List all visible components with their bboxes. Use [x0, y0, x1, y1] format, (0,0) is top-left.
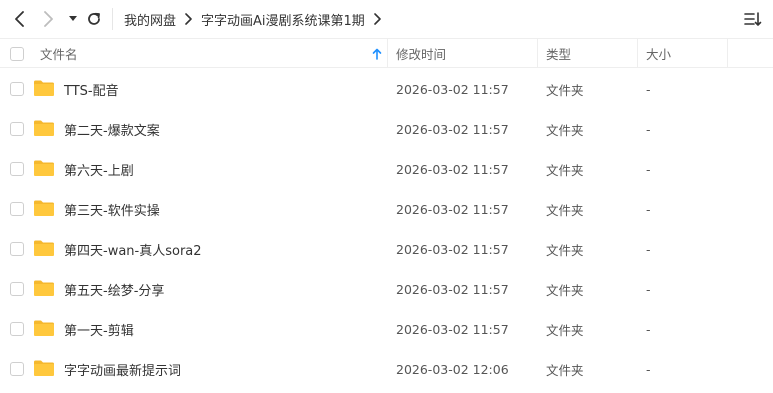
folder-icon — [34, 160, 54, 176]
column-divider[interactable] — [637, 39, 638, 68]
history-dropdown-button[interactable] — [63, 9, 83, 29]
sort-list-icon — [744, 12, 762, 26]
chevron-left-icon — [15, 11, 24, 27]
modified-time: 2026-03-02 11:57 — [396, 281, 509, 297]
back-button[interactable] — [10, 9, 30, 29]
select-all-checkbox[interactable] — [10, 47, 24, 61]
table-row[interactable]: 第三天-软件实操 2026-03-02 11:57 文件夹 - — [0, 189, 773, 229]
modified-time: 2026-03-02 11:57 — [396, 321, 509, 337]
file-name[interactable]: TTS-配音 — [64, 69, 119, 109]
table-header: 文件名 修改时间 类型 大小 — [0, 38, 773, 68]
table-row[interactable]: 第二天-爆款文案 2026-03-02 11:57 文件夹 - — [0, 109, 773, 149]
file-size: - — [646, 201, 651, 217]
column-header-modified[interactable]: 修改时间 — [396, 39, 446, 68]
column-divider[interactable] — [727, 39, 728, 68]
toolbar-divider — [112, 8, 113, 30]
file-type: 文件夹 — [546, 202, 584, 218]
folder-icon — [34, 120, 54, 136]
table-row[interactable]: TTS-配音 2026-03-02 11:57 文件夹 - — [0, 69, 773, 109]
file-size: - — [646, 361, 651, 377]
row-checkbox[interactable] — [10, 322, 24, 336]
sort-asc-button[interactable] — [372, 39, 382, 68]
file-name[interactable]: 第四天-wan-真人sora2 — [64, 229, 202, 269]
table-row[interactable]: 第四天-wan-真人sora2 2026-03-02 11:57 文件夹 - — [0, 229, 773, 269]
file-type: 文件夹 — [546, 162, 584, 178]
table-row[interactable]: 第五天-绘梦-分享 2026-03-02 11:57 文件夹 - — [0, 269, 773, 309]
folder-icon — [34, 280, 54, 296]
refresh-icon — [88, 12, 100, 25]
row-checkbox[interactable] — [10, 162, 24, 176]
arrow-up-icon — [372, 48, 382, 60]
file-type: 文件夹 — [546, 322, 584, 338]
refresh-button[interactable] — [84, 9, 104, 29]
chevron-right-icon — [44, 11, 53, 27]
row-checkbox[interactable] — [10, 202, 24, 216]
chevron-right-icon[interactable] — [373, 13, 382, 25]
folder-icon — [34, 240, 54, 256]
file-type: 文件夹 — [546, 242, 584, 258]
column-header-type[interactable]: 类型 — [546, 39, 571, 68]
file-size: - — [646, 281, 651, 297]
forward-button[interactable] — [38, 9, 58, 29]
folder-icon — [34, 80, 54, 96]
sort-menu-button[interactable] — [743, 9, 763, 29]
file-name[interactable]: 第六天-上剧 — [64, 149, 134, 189]
folder-icon — [34, 360, 54, 376]
folder-icon — [34, 200, 54, 216]
file-type: 文件夹 — [546, 362, 584, 378]
file-name[interactable]: 第三天-软件实操 — [64, 189, 160, 229]
row-checkbox[interactable] — [10, 362, 24, 376]
column-header-size[interactable]: 大小 — [646, 39, 671, 68]
file-name[interactable]: 第一天-剪辑 — [64, 309, 134, 349]
breadcrumb: 我的网盘 字字动画Ai漫剧系统课第1期 — [124, 0, 390, 38]
modified-time: 2026-03-02 11:57 — [396, 201, 509, 217]
row-checkbox[interactable] — [10, 122, 24, 136]
chevron-right-icon — [184, 13, 193, 25]
caret-down-icon — [69, 16, 77, 21]
row-checkbox[interactable] — [10, 242, 24, 256]
row-checkbox[interactable] — [10, 82, 24, 96]
modified-time: 2026-03-02 11:57 — [396, 161, 509, 177]
modified-time: 2026-03-02 11:57 — [396, 241, 509, 257]
table-row[interactable]: 第一天-剪辑 2026-03-02 11:57 文件夹 - — [0, 309, 773, 349]
breadcrumb-item-current[interactable]: 字字动画Ai漫剧系统课第1期 — [201, 10, 365, 29]
file-size: - — [646, 241, 651, 257]
table-row[interactable]: 字字动画最新提示词 2026-03-02 12:06 文件夹 - — [0, 349, 773, 389]
file-size: - — [646, 161, 651, 177]
file-name[interactable]: 字字动画最新提示词 — [64, 349, 181, 389]
toolbar: 我的网盘 字字动画Ai漫剧系统课第1期 — [0, 0, 773, 38]
file-name[interactable]: 第五天-绘梦-分享 — [64, 269, 164, 309]
row-checkbox[interactable] — [10, 282, 24, 296]
file-name[interactable]: 第二天-爆款文案 — [64, 109, 160, 149]
file-size: - — [646, 121, 651, 137]
column-divider[interactable] — [537, 39, 538, 68]
file-type: 文件夹 — [546, 122, 584, 138]
file-type: 文件夹 — [546, 282, 584, 298]
column-divider[interactable] — [387, 39, 388, 68]
folder-icon — [34, 320, 54, 336]
file-type: 文件夹 — [546, 82, 584, 98]
table-row[interactable]: 第六天-上剧 2026-03-02 11:57 文件夹 - — [0, 149, 773, 189]
file-size: - — [646, 321, 651, 337]
modified-time: 2026-03-02 11:57 — [396, 81, 509, 97]
column-header-name[interactable]: 文件名 — [40, 39, 78, 68]
modified-time: 2026-03-02 12:06 — [396, 361, 509, 377]
modified-time: 2026-03-02 11:57 — [396, 121, 509, 137]
file-size: - — [646, 81, 651, 97]
breadcrumb-item-root[interactable]: 我的网盘 — [124, 10, 176, 29]
